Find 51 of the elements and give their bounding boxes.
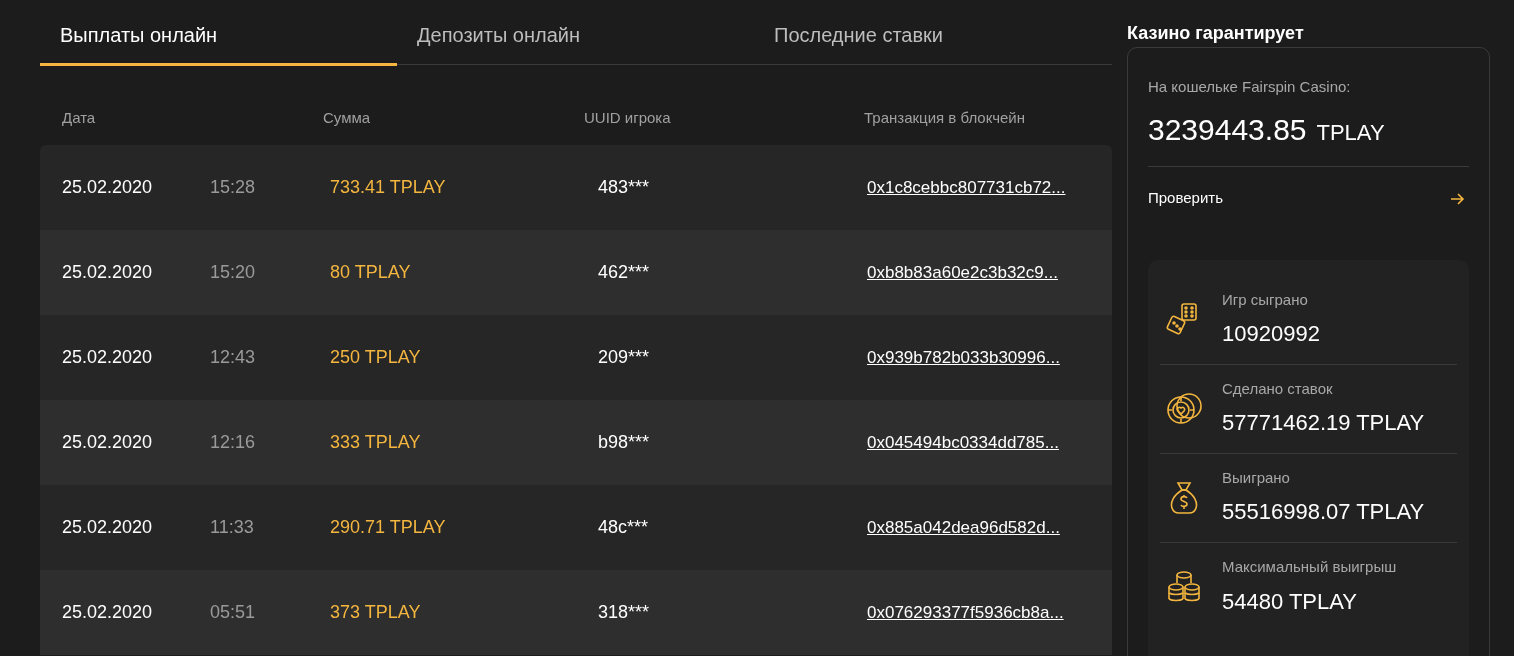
- stat-label: Максимальный выигрыш: [1222, 557, 1397, 578]
- amount-cell-text: 250 TPLAY: [330, 346, 422, 369]
- time-cell-text: 12:43: [210, 346, 257, 369]
- amount-cell-text: 80 TPLAY: [330, 261, 412, 284]
- time-cell-text: 05:51: [210, 601, 257, 624]
- amount-cell-text: 333 TPLAY: [330, 431, 422, 454]
- wallet-amount: 3239443.85: [1148, 111, 1307, 148]
- time-cell-text: 15:28: [210, 176, 257, 199]
- column-header: Сумма: [323, 107, 372, 128]
- time-cell-text: 15:20: [210, 261, 257, 284]
- date-cell-text: 25.02.2020: [62, 516, 154, 539]
- column-header: Транзакция в блокчейн: [864, 107, 1026, 128]
- transaction-link[interactable]: 0x939b782b033b30996...: [867, 344, 1060, 371]
- date-cell-text: 25.02.2020: [62, 601, 154, 624]
- amount-cell-text: 373 TPLAY: [330, 601, 422, 624]
- stat-label: Сделано ставок: [1222, 378, 1334, 399]
- tab[interactable]: Выплаты онлайн: [40, 0, 397, 66]
- stat-value: 10920992: [1222, 320, 1320, 349]
- uuid-cell-text: 318***: [598, 601, 651, 624]
- uuid-cell-text: 209***: [598, 346, 651, 369]
- date-cell-text: 25.02.2020: [62, 176, 154, 199]
- uuid-cell-text: 462***: [598, 261, 651, 284]
- uuid-cell-text: 483***: [598, 176, 651, 199]
- uuid-cell-text: 48c***: [598, 516, 650, 539]
- transaction-link[interactable]: 0x076293377f5936cb8a...: [867, 599, 1064, 626]
- column-header: UUID игрока: [584, 107, 672, 128]
- stat-value: 57771462.19 TPLAY: [1222, 409, 1425, 438]
- tab[interactable]: Последние ставки: [754, 0, 1111, 66]
- column-header: Дата: [62, 107, 97, 128]
- wallet-currency: TPLAY: [1316, 118, 1385, 147]
- arrow-right-icon[interactable]: [1449, 190, 1465, 207]
- transaction-link[interactable]: 0x1c8cebbc807731cb72...: [867, 174, 1066, 201]
- stat-value: 54480 TPLAY: [1222, 587, 1358, 616]
- date-cell-text: 25.02.2020: [62, 431, 154, 454]
- section-title: Казино гарантирует: [1127, 22, 1305, 45]
- time-cell-text: 12:16: [210, 431, 257, 454]
- wallet-label: На кошельке Fairspin Casino:: [1148, 77, 1352, 97]
- stat-value: 55516998.07 TPLAY: [1222, 498, 1425, 527]
- transaction-link[interactable]: 0x885a042dea96d582d...: [867, 514, 1060, 541]
- uuid-cell-text: b98***: [598, 431, 651, 454]
- amount-cell-text: 733.41 TPLAY: [330, 176, 447, 199]
- date-cell-text: 25.02.2020: [62, 261, 154, 284]
- transaction-link[interactable]: 0x045494bc0334dd785...: [867, 429, 1059, 456]
- time-cell-text: 11:33: [210, 516, 255, 539]
- stat-label: Выиграно: [1222, 467, 1291, 488]
- tab[interactable]: Депозиты онлайн: [397, 0, 754, 66]
- transaction-link[interactable]: 0xb8b83a60e2c3b32c9...: [867, 259, 1058, 286]
- stat-label: Игр сыграно: [1222, 289, 1309, 310]
- amount-cell-text: 290.71 TPLAY: [330, 516, 447, 539]
- check-link[interactable]: Проверить: [1148, 187, 1223, 210]
- date-cell-text: 25.02.2020: [62, 346, 154, 369]
